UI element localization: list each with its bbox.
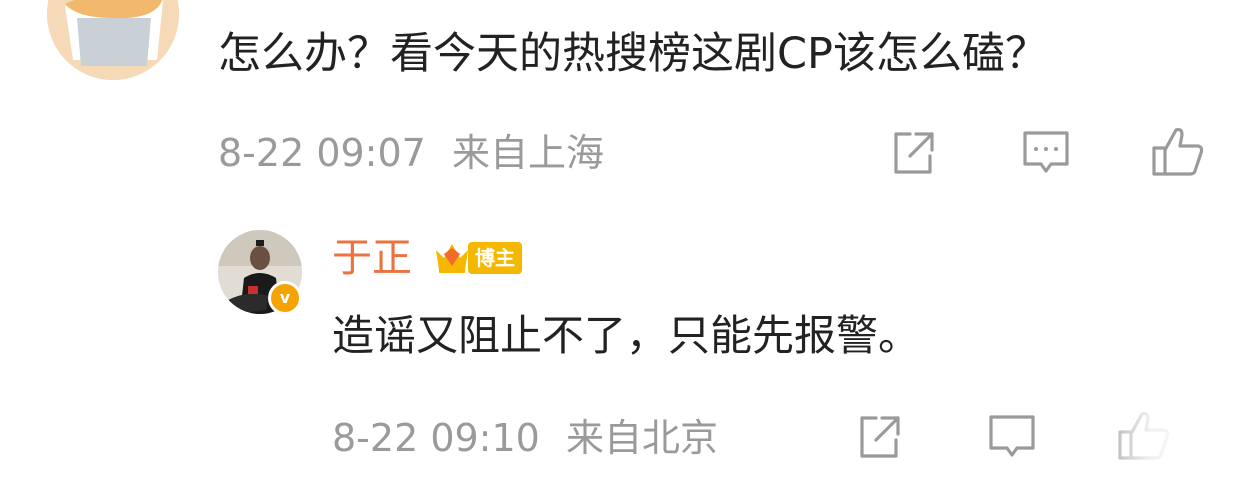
comment-meta: 8-22 09:07 来自上海 <box>218 127 604 179</box>
commenter-avatar-image <box>47 0 179 80</box>
blogger-badge: 博主 <box>432 240 524 276</box>
comment-text: 怎么办？看今天的热搜榜这剧CP该怎么磕？ <box>218 29 1048 79</box>
crown-icon <box>436 244 468 273</box>
like-icon[interactable] <box>1150 124 1206 180</box>
share-icon[interactable] <box>888 128 938 178</box>
comment-date: 8-22 09:07 <box>218 131 426 175</box>
author-name[interactable]: 于正 <box>332 232 412 284</box>
reply-location: 来自北京 <box>565 416 718 460</box>
reply-meta: 8-22 09:10 来自北京 <box>332 412 718 464</box>
reply-text: 造谣又阻止不了，只能先报警。 <box>332 311 921 360</box>
commenter-avatar[interactable] <box>47 0 179 80</box>
verified-badge: v <box>268 281 302 315</box>
reply-comment-icon[interactable] <box>986 412 1036 462</box>
reply-date: 8-22 09:10 <box>332 416 540 460</box>
comment-icon[interactable] <box>1020 128 1070 178</box>
comment-location: 来自上海 <box>451 131 604 175</box>
blogger-badge-label: 博主 <box>468 242 522 274</box>
bottom-fade-overlay <box>1090 400 1260 480</box>
reply-share-icon[interactable] <box>854 412 904 462</box>
